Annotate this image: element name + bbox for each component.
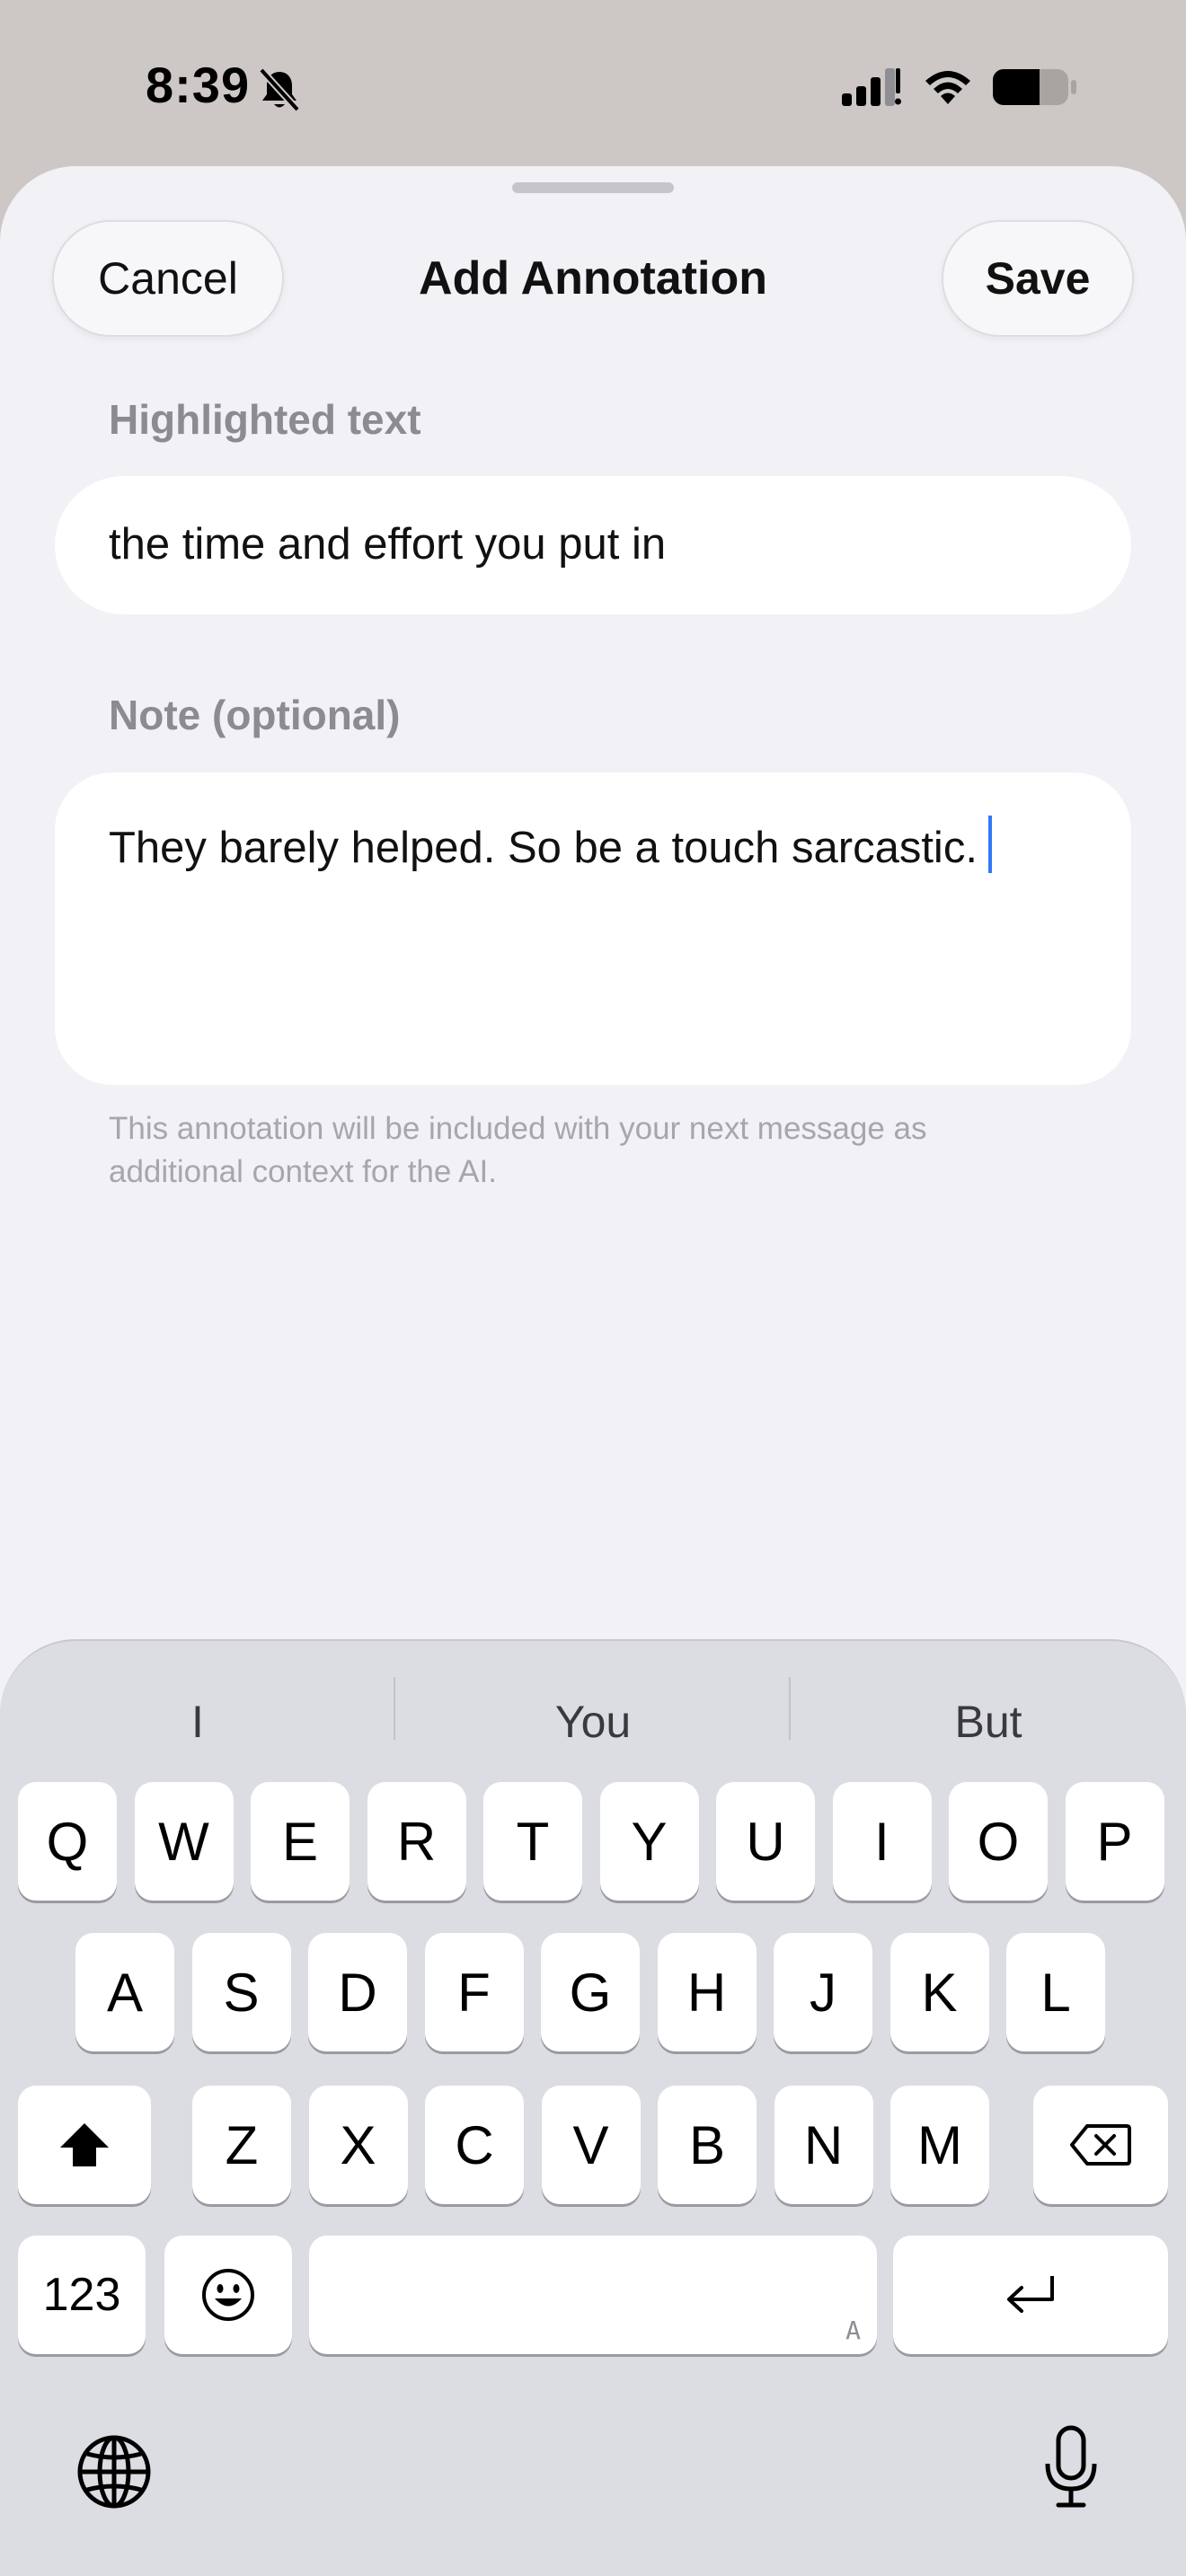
delete-icon <box>1070 2124 1131 2166</box>
suggestion-divider <box>394 1677 395 1740</box>
key-b[interactable]: B <box>658 2086 757 2204</box>
highlighted-text-value: the time and effort you put in <box>109 520 667 569</box>
battery-icon <box>993 69 1076 105</box>
key-x[interactable]: X <box>308 2086 408 2204</box>
key-t[interactable]: T <box>483 1782 582 1901</box>
key-f[interactable]: F <box>424 1933 524 2051</box>
key-d[interactable]: D <box>308 1933 407 2051</box>
key-p[interactable]: P <box>1065 1782 1164 1901</box>
key-c[interactable]: C <box>425 2086 524 2204</box>
emoji-key[interactable] <box>164 2236 292 2354</box>
suggestion-item[interactable]: You <box>404 1677 782 1767</box>
shift-icon <box>60 2123 109 2166</box>
key-h[interactable]: H <box>657 1933 757 2051</box>
suggestion-divider <box>789 1677 791 1740</box>
bell-slash-icon <box>259 67 300 112</box>
key-y[interactable]: Y <box>599 1782 699 1901</box>
key-n[interactable]: N <box>774 2086 873 2204</box>
space-hint: A <box>845 2316 861 2345</box>
numbers-key[interactable]: 123 <box>18 2236 146 2354</box>
annotation-footnote: This annotation will be included with yo… <box>109 1111 927 1189</box>
keyboard: I You But QWERTYUIOP ASDFGHJKL ZXCVBNM 1… <box>0 1639 1186 2576</box>
sheet-grabber[interactable] <box>512 182 674 193</box>
globe-icon[interactable] <box>74 2431 155 2512</box>
suggestion-item[interactable]: But <box>800 1677 1177 1767</box>
note-input[interactable]: They barely helped. So be a touch sarcas… <box>55 772 1131 1085</box>
cellular-signal-icon <box>842 68 901 106</box>
key-o[interactable]: O <box>949 1782 1048 1901</box>
key-v[interactable]: V <box>541 2086 641 2204</box>
key-l[interactable]: L <box>1006 1933 1105 2051</box>
key-u[interactable]: U <box>716 1782 815 1901</box>
emoji-icon <box>202 2269 254 2321</box>
space-key[interactable]: A <box>309 2236 877 2354</box>
key-j[interactable]: J <box>774 1933 872 2051</box>
shift-key[interactable] <box>18 2086 151 2204</box>
key-i[interactable]: I <box>832 1782 932 1901</box>
status-bar: 8:39 <box>0 0 1186 166</box>
note-label: Note (optional) <box>109 692 401 738</box>
save-button[interactable]: Save <box>942 220 1134 337</box>
key-g[interactable]: G <box>541 1933 640 2051</box>
note-value: They barely helped. So be a touch sarcas… <box>109 824 978 872</box>
key-z[interactable]: Z <box>192 2086 291 2204</box>
text-caret <box>987 816 992 873</box>
return-icon <box>1007 2276 1054 2313</box>
key-k[interactable]: K <box>890 1933 989 2051</box>
wifi-icon <box>925 71 970 104</box>
highlighted-text-field[interactable]: the time and effort you put in <box>55 476 1131 614</box>
return-key[interactable] <box>893 2236 1168 2354</box>
key-q[interactable]: Q <box>18 1782 117 1901</box>
status-time: 8:39 <box>146 57 251 113</box>
microphone-icon[interactable] <box>1042 2424 1100 2510</box>
key-w[interactable]: W <box>134 1782 234 1901</box>
key-e[interactable]: E <box>251 1782 350 1901</box>
highlighted-text-label: Highlighted text <box>109 396 421 443</box>
delete-key[interactable] <box>1033 2086 1168 2204</box>
key-s[interactable]: S <box>191 1933 291 2051</box>
suggestion-item[interactable]: I <box>9 1677 386 1767</box>
key-a[interactable]: A <box>75 1933 174 2051</box>
key-m[interactable]: M <box>890 2086 989 2204</box>
key-r[interactable]: R <box>367 1782 466 1901</box>
